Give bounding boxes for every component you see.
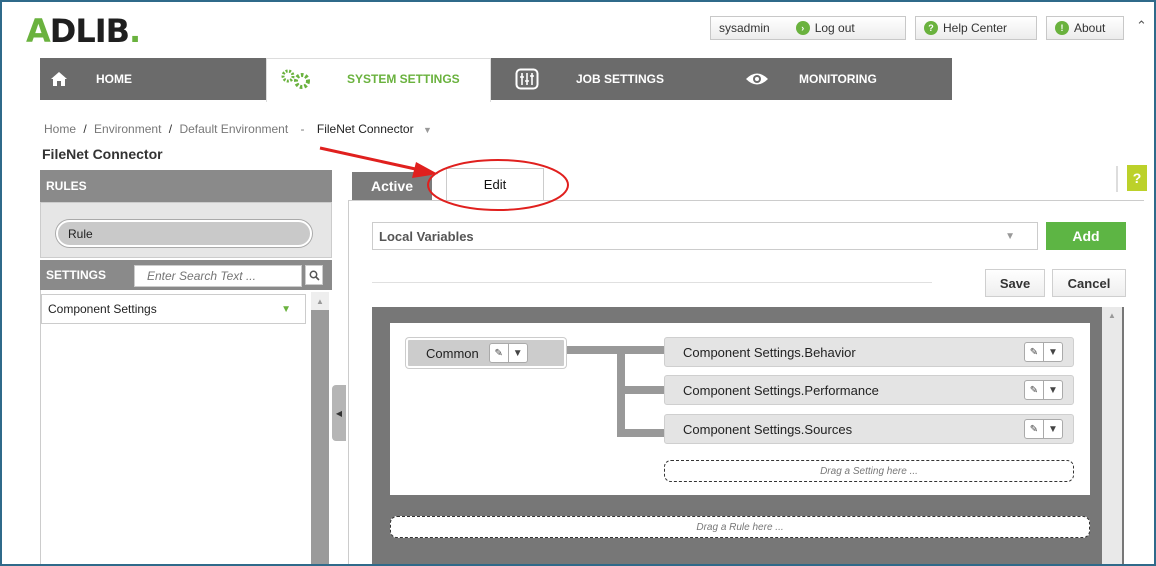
search-icon[interactable] xyxy=(305,265,323,285)
help-center-button[interactable]: ? Help Center xyxy=(915,16,1037,40)
settings-list xyxy=(40,290,332,564)
settings-title: SETTINGS xyxy=(46,268,107,282)
chevron-down-icon: ▼ xyxy=(1005,230,1015,242)
username: sysadmin xyxy=(719,21,770,35)
chevron-down-icon[interactable]: ▼ xyxy=(1043,343,1062,361)
local-variables-select[interactable]: Local Variables ▼ xyxy=(372,222,1038,250)
rule-drop-zone[interactable]: Drag a Rule here ... xyxy=(390,516,1090,538)
nav-job-settings[interactable]: JOB SETTINGS xyxy=(576,58,664,100)
about-button[interactable]: ! About xyxy=(1046,16,1124,40)
eye-icon[interactable] xyxy=(738,58,776,100)
node-controls: ✎ ▼ xyxy=(488,343,528,363)
breadcrumb-current[interactable]: FileNet Connector xyxy=(317,122,414,136)
common-rule-node[interactable]: Common ✎ ▼ xyxy=(406,338,566,368)
breadcrumb-default-environment[interactable]: Default Environment xyxy=(179,122,288,136)
save-button[interactable]: Save xyxy=(985,269,1045,297)
tab-edit[interactable]: Edit xyxy=(446,168,544,200)
setting-node-behavior[interactable]: Component Settings.Behavior ✎ ▼ xyxy=(664,337,1074,367)
nav-home[interactable]: HOME xyxy=(96,58,132,100)
common-label: Common xyxy=(426,345,479,361)
edit-icon[interactable]: ✎ xyxy=(490,344,508,362)
nav-monitoring[interactable]: MONITORING xyxy=(799,58,877,100)
component-settings-select[interactable]: Component Settings ▼ xyxy=(41,294,306,324)
connector-line xyxy=(617,386,664,394)
breadcrumb-environment[interactable]: Environment xyxy=(94,122,161,136)
scroll-up-icon[interactable]: ▲ xyxy=(311,292,329,310)
collapse-panel-handle[interactable]: ◀ xyxy=(332,385,346,441)
rule-item[interactable]: Rule xyxy=(56,220,312,247)
info-icon: ! xyxy=(1055,21,1069,35)
divider xyxy=(1116,166,1118,192)
setting-node-performance[interactable]: Component Settings.Performance ✎ ▼ xyxy=(664,375,1074,405)
local-variables-label: Local Variables xyxy=(379,228,474,244)
app-window: ADLIB. sysadmin › Log out ? Help Center … xyxy=(0,0,1156,566)
setting-label: Component Settings.Behavior xyxy=(683,344,856,360)
chevron-down-icon[interactable]: ▼ xyxy=(507,344,527,362)
annotation-arrow xyxy=(319,146,421,172)
setting-node-sources[interactable]: Component Settings.Sources ✎ ▼ xyxy=(664,414,1074,444)
adlib-logo: ADLIB. xyxy=(26,12,141,50)
chevron-down-icon[interactable]: ▼ xyxy=(1043,420,1062,438)
chevron-down-icon[interactable]: ▼ xyxy=(1043,381,1062,399)
edit-icon[interactable]: ✎ xyxy=(1025,381,1043,399)
logo-text: DLIB xyxy=(49,12,130,50)
user-logout-group: sysadmin › Log out xyxy=(710,16,906,40)
about-label: About xyxy=(1074,21,1106,35)
nav-system-settings[interactable]: SYSTEM SETTINGS xyxy=(347,58,460,100)
chevron-down-icon[interactable]: ▼ xyxy=(423,125,432,135)
help-center-label: Help Center xyxy=(943,21,1008,35)
node-controls: ✎ ▼ xyxy=(1024,342,1063,362)
cancel-button[interactable]: Cancel xyxy=(1052,269,1126,297)
tab-active[interactable]: Active xyxy=(352,172,432,200)
page-title: FileNet Connector xyxy=(42,146,163,162)
help-badge[interactable]: ? xyxy=(1127,165,1147,191)
gears-icon xyxy=(276,58,316,100)
home-icon[interactable] xyxy=(40,58,78,100)
component-settings-label: Component Settings xyxy=(48,302,157,316)
edit-icon[interactable]: ✎ xyxy=(1025,420,1043,438)
setting-label: Component Settings.Sources xyxy=(683,421,853,437)
connector-line xyxy=(617,429,664,437)
sliders-icon[interactable] xyxy=(508,58,546,100)
add-button[interactable]: Add xyxy=(1046,222,1126,250)
collapse-header-icon[interactable]: ⌃ xyxy=(1136,18,1147,34)
breadcrumb-home[interactable]: Home xyxy=(44,122,76,136)
rule-label: Rule xyxy=(68,226,93,241)
edit-icon[interactable]: ✎ xyxy=(1025,343,1043,361)
breadcrumb: Home / Environment / Default Environment… xyxy=(44,122,432,136)
connector-line xyxy=(564,346,664,354)
settings-scrollbar[interactable] xyxy=(311,292,329,564)
canvas-scrollbar[interactable] xyxy=(1102,307,1122,564)
logout-icon: › xyxy=(795,21,810,35)
separator xyxy=(372,282,932,283)
node-controls: ✎ ▼ xyxy=(1024,380,1063,400)
node-controls: ✎ ▼ xyxy=(1024,419,1063,439)
setting-label: Component Settings.Performance xyxy=(683,382,879,398)
setting-drop-zone[interactable]: Drag a Setting here ... xyxy=(664,460,1074,482)
scroll-up-icon[interactable]: ▲ xyxy=(1102,307,1122,323)
help-icon: ? xyxy=(924,21,938,35)
chevron-down-icon: ▼ xyxy=(281,303,291,315)
settings-search-input[interactable] xyxy=(134,265,302,287)
rules-header: RULES xyxy=(40,170,332,202)
logout-button[interactable]: Log out xyxy=(815,21,855,35)
